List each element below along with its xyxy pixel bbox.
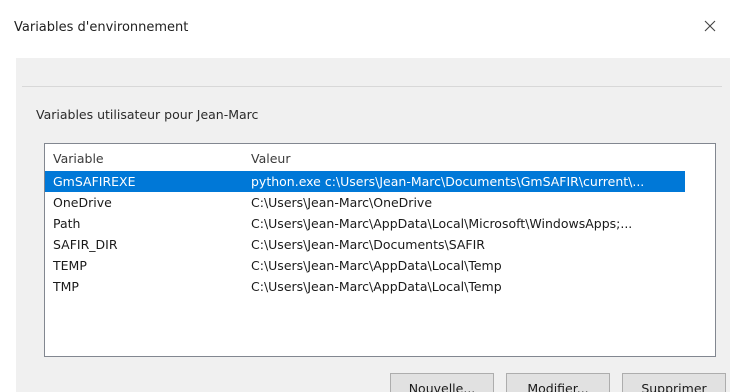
title-bar: Variables d'environnement: [0, 0, 730, 56]
table-row-tmp[interactable]: TMP C:\Users\Jean-Marc\AppData\Local\Tem…: [45, 276, 715, 297]
list-header: Variable Valeur: [45, 144, 715, 168]
cell-value: C:\Users\Jean-Marc\AppData\Local\Temp: [251, 279, 502, 294]
window-title: Variables d'environnement: [14, 20, 189, 35]
cell-variable: SAFIR_DIR: [53, 237, 118, 252]
user-variables-list[interactable]: Variable Valeur GmSAFIREXE python.exe c:…: [44, 143, 716, 357]
cell-value: C:\Users\Jean-Marc\AppData\Local\Microso…: [251, 216, 633, 231]
table-row-onedrive[interactable]: OneDrive C:\Users\Jean-Marc\OneDrive: [45, 192, 715, 213]
delete-variable-button[interactable]: Supprimer: [622, 373, 726, 392]
cell-value: python.exe c:\Users\Jean-Marc\Documents\…: [251, 174, 645, 189]
list-rows: GmSAFIREXE python.exe c:\Users\Jean-Marc…: [45, 171, 715, 297]
table-row-path[interactable]: Path C:\Users\Jean-Marc\AppData\Local\Mi…: [45, 213, 715, 234]
cell-value: C:\Users\Jean-Marc\Documents\SAFIR: [251, 237, 485, 252]
cell-variable: GmSAFIREXE: [53, 174, 136, 189]
cell-variable: Path: [53, 216, 81, 231]
cell-value: C:\Users\Jean-Marc\OneDrive: [251, 195, 433, 210]
edit-variable-button[interactable]: Modifier...: [506, 373, 610, 392]
user-variables-group: Variables utilisateur pour Jean-Marc Var…: [22, 86, 726, 392]
cell-variable: TEMP: [53, 258, 87, 273]
env-variables-dialog: Variables d'environnement Variables util…: [0, 0, 730, 392]
table-row-temp[interactable]: TEMP C:\Users\Jean-Marc\AppData\Local\Te…: [45, 255, 715, 276]
cell-value: C:\Users\Jean-Marc\AppData\Local\Temp: [251, 258, 502, 273]
table-row-gmsafirexe[interactable]: GmSAFIREXE python.exe c:\Users\Jean-Marc…: [45, 171, 685, 192]
cell-variable: TMP: [53, 279, 79, 294]
close-button[interactable]: [690, 12, 730, 40]
column-header-variable[interactable]: Variable: [53, 151, 104, 166]
close-icon: [704, 20, 716, 32]
dialog-body: Variables utilisateur pour Jean-Marc Var…: [16, 58, 730, 392]
cell-variable: OneDrive: [53, 195, 112, 210]
group-label: Variables utilisateur pour Jean-Marc: [36, 107, 263, 122]
table-row-safir-dir[interactable]: SAFIR_DIR C:\Users\Jean-Marc\Documents\S…: [45, 234, 715, 255]
column-header-value[interactable]: Valeur: [251, 151, 290, 166]
new-variable-button[interactable]: Nouvelle...: [390, 373, 494, 392]
